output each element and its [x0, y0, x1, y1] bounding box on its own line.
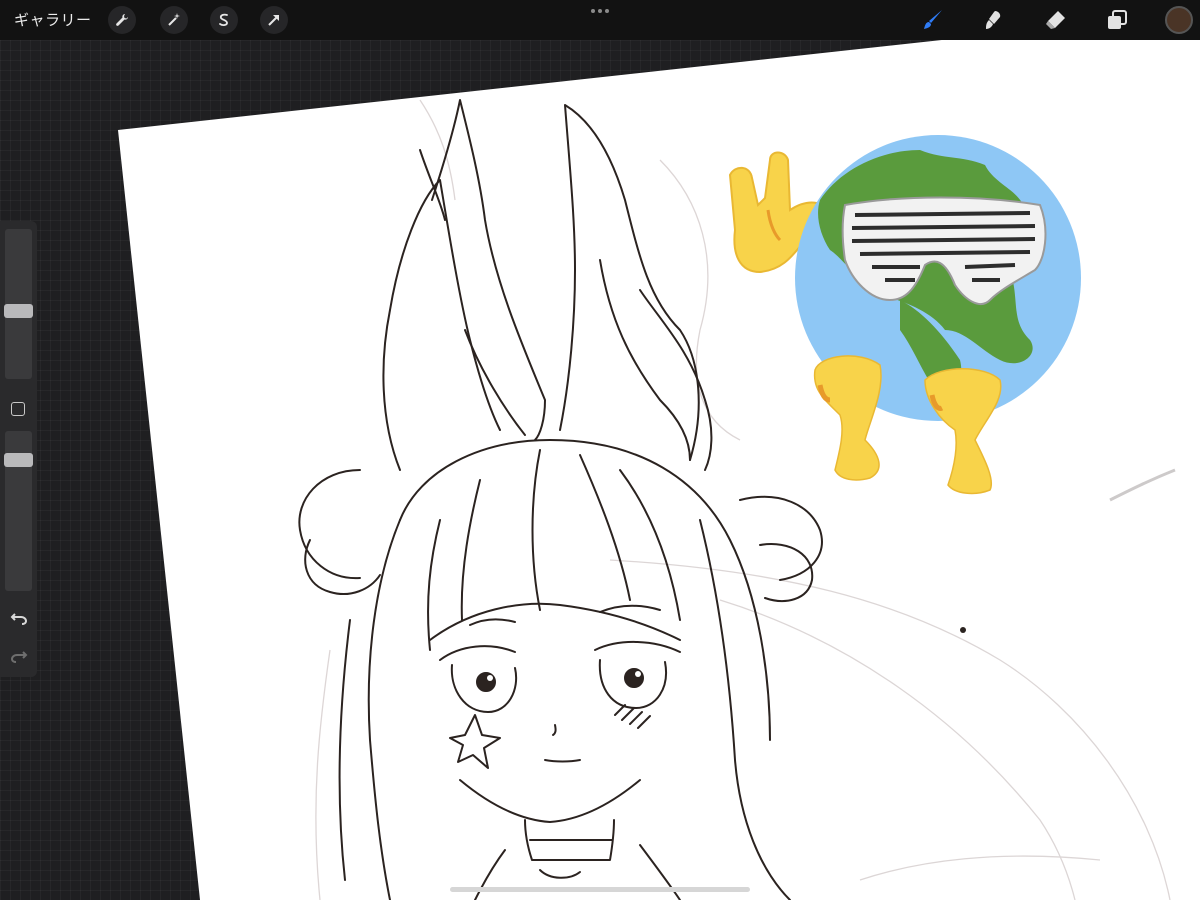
eraser-tool-button[interactable]: [1040, 6, 1070, 34]
eraser-icon: [1046, 11, 1065, 29]
opacity-handle[interactable]: [4, 452, 33, 467]
wrench-icon: [116, 14, 128, 26]
brush-tool-button[interactable]: [918, 6, 948, 34]
redo-button[interactable]: [9, 645, 29, 665]
actions-button[interactable]: [108, 6, 136, 34]
adjustments-button[interactable]: [160, 6, 188, 34]
undo-icon: [10, 613, 28, 625]
color-picker-button[interactable]: [1165, 6, 1193, 34]
transform-arrow-icon: [268, 15, 279, 26]
magic-wand-icon: [168, 13, 180, 26]
modify-button[interactable]: [11, 402, 25, 416]
gallery-button[interactable]: ギャラリー: [14, 9, 92, 31]
drawing-canvas[interactable]: [0, 0, 1200, 900]
selection-icon: [219, 13, 228, 26]
transform-button[interactable]: [260, 6, 288, 34]
smudge-icon: [986, 11, 1001, 29]
top-toolbar: ギャラリー: [0, 0, 1200, 40]
home-indicator: [450, 887, 750, 892]
layers-icon: [1108, 10, 1127, 29]
brush-icon: [924, 10, 942, 29]
redo-icon: [10, 651, 28, 663]
stray-dot: [960, 627, 966, 633]
undo-button[interactable]: [9, 607, 29, 627]
selection-button[interactable]: [210, 6, 238, 34]
brush-size-handle[interactable]: [4, 303, 33, 318]
more-options-icon[interactable]: [588, 6, 612, 16]
layers-button[interactable]: [1102, 6, 1132, 34]
left-sidebar: [0, 221, 37, 677]
paper-sheet: [118, 38, 1200, 900]
smudge-tool-button[interactable]: [978, 6, 1008, 34]
